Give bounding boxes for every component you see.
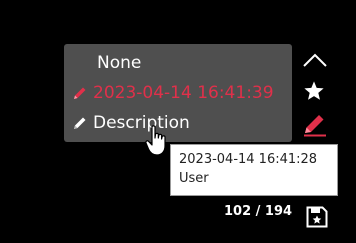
pencil-icon [74,87,86,99]
annotation-title: None [97,53,142,73]
page-counter: 102 / 194 [224,204,293,219]
save-bookmark-icon[interactable] [306,206,328,228]
tooltip-author: User [179,171,209,186]
hand-cursor-icon [145,125,166,156]
annotation-description-row[interactable]: Description [72,113,190,133]
annotation-panel[interactable]: None 2023-04-14 16:41:39 Description [64,44,292,142]
chevron-up-icon[interactable] [301,50,329,70]
tooltip: 2023-04-14 16:41:28 User [170,144,338,196]
tooltip-timestamp: 2023-04-14 16:41:28 [179,152,318,167]
annotation-date: 2023-04-14 16:41:39 [93,83,274,103]
star-icon[interactable] [303,80,325,102]
annotation-description[interactable]: Description [93,113,190,133]
pencil-icon [74,117,86,129]
annotation-date-row: 2023-04-14 16:41:39 [72,83,274,103]
edit-icon[interactable] [302,112,328,138]
